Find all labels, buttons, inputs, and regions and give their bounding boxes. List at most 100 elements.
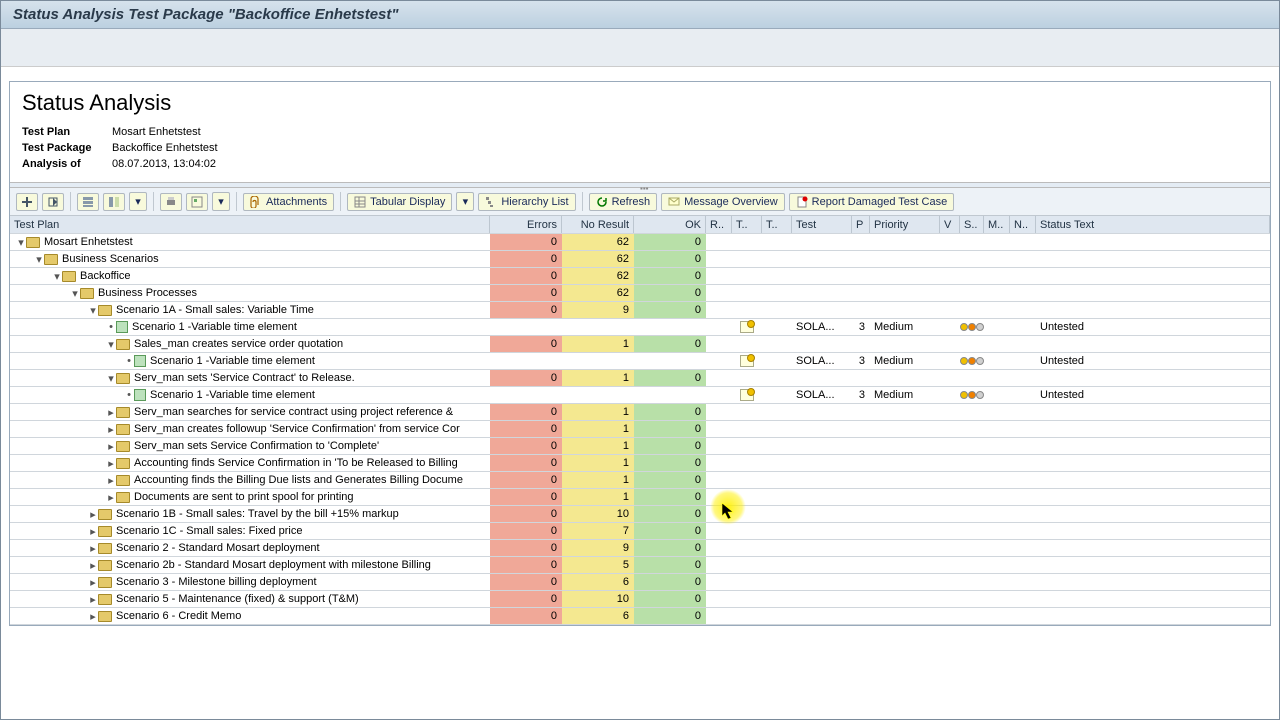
- col-no-result[interactable]: No Result: [562, 216, 634, 233]
- expand-closed-icon[interactable]: ▸: [106, 474, 116, 487]
- table-row[interactable]: ▸Documents are sent to print spool for p…: [10, 489, 1270, 506]
- expand-open-icon[interactable]: ▾: [70, 287, 80, 300]
- table-row[interactable]: •Scenario 1 -Variable time elementSOLA..…: [10, 319, 1270, 336]
- col-n[interactable]: N..: [1010, 216, 1036, 233]
- tree-cell[interactable]: •Scenario 1 -Variable time element: [10, 387, 490, 403]
- t1-cell[interactable]: [732, 387, 762, 403]
- col-test-plan[interactable]: Test Plan: [10, 216, 490, 233]
- hierarchy-list-button[interactable]: Hierarchy List: [478, 193, 575, 211]
- table-row[interactable]: ▸Serv_man sets Service Confirmation to '…: [10, 438, 1270, 455]
- report-damaged-button[interactable]: Report Damaged Test Case: [789, 193, 955, 211]
- col-priority[interactable]: Priority: [870, 216, 940, 233]
- select-columns-button[interactable]: [103, 193, 125, 211]
- tree-cell[interactable]: ▸Serv_man creates followup 'Service Conf…: [10, 421, 490, 437]
- col-m[interactable]: M..: [984, 216, 1010, 233]
- expand-closed-icon[interactable]: ▸: [106, 440, 116, 453]
- expand-closed-icon[interactable]: ▸: [106, 457, 116, 470]
- col-r[interactable]: R..: [706, 216, 732, 233]
- tree-cell[interactable]: •Scenario 1 -Variable time element: [10, 353, 490, 369]
- tree-cell[interactable]: ▸Scenario 1B - Small sales: Travel by th…: [10, 506, 490, 522]
- expand-closed-icon[interactable]: ▸: [106, 491, 116, 504]
- export-button[interactable]: [186, 193, 208, 211]
- table-row[interactable]: ▸Scenario 2 - Standard Mosart deployment…: [10, 540, 1270, 557]
- table-row[interactable]: ▾Sales_man creates service order quotati…: [10, 336, 1270, 353]
- table-row[interactable]: ▸Accounting finds the Billing Due lists …: [10, 472, 1270, 489]
- col-test[interactable]: Test: [792, 216, 852, 233]
- col-t1[interactable]: T..: [732, 216, 762, 233]
- layout-button[interactable]: [77, 193, 99, 211]
- table-row[interactable]: ▾Business Processes0620: [10, 285, 1270, 302]
- tree-cell[interactable]: ▸Scenario 2b - Standard Mosart deploymen…: [10, 557, 490, 573]
- splitter[interactable]: ▪▪▪: [10, 182, 1270, 188]
- tree-cell[interactable]: ▾Serv_man sets 'Service Contract' to Rel…: [10, 370, 490, 386]
- print-button[interactable]: [160, 193, 182, 211]
- expand-node-button[interactable]: [16, 193, 38, 211]
- col-s[interactable]: S..: [960, 216, 984, 233]
- expand-closed-icon[interactable]: ▸: [88, 559, 98, 572]
- table-row[interactable]: •Scenario 1 -Variable time elementSOLA..…: [10, 353, 1270, 370]
- tree-cell[interactable]: ▸Scenario 5 - Maintenance (fixed) & supp…: [10, 591, 490, 607]
- tree-cell[interactable]: ▾Business Processes: [10, 285, 490, 301]
- tree-cell[interactable]: ▸Documents are sent to print spool for p…: [10, 489, 490, 505]
- tree-cell[interactable]: ▸Scenario 1C - Small sales: Fixed price: [10, 523, 490, 539]
- tree-cell[interactable]: ▾Business Scenarios: [10, 251, 490, 267]
- tree-cell[interactable]: ▾Scenario 1A - Small sales: Variable Tim…: [10, 302, 490, 318]
- collapse-node-button[interactable]: [42, 193, 64, 211]
- expand-open-icon[interactable]: ▾: [106, 372, 116, 385]
- col-p[interactable]: P: [852, 216, 870, 233]
- expand-closed-icon[interactable]: ▸: [88, 525, 98, 538]
- t1-cell[interactable]: [732, 319, 762, 335]
- tree-cell[interactable]: ▸Accounting finds the Billing Due lists …: [10, 472, 490, 488]
- table-row[interactable]: ▸Scenario 6 - Credit Memo060: [10, 608, 1270, 625]
- col-ok[interactable]: OK: [634, 216, 706, 233]
- expand-open-icon[interactable]: ▾: [88, 304, 98, 317]
- expand-closed-icon[interactable]: ▸: [88, 593, 98, 606]
- tree-cell[interactable]: ▾Sales_man creates service order quotati…: [10, 336, 490, 352]
- dropdown-1-button[interactable]: ▾: [129, 192, 147, 211]
- table-row[interactable]: ▸Scenario 5 - Maintenance (fixed) & supp…: [10, 591, 1270, 608]
- table-row[interactable]: ▾Mosart Enhetstest0620: [10, 234, 1270, 251]
- doc-action-icon[interactable]: [740, 355, 754, 367]
- tree-cell[interactable]: ▸Scenario 3 - Milestone billing deployme…: [10, 574, 490, 590]
- table-row[interactable]: ▸Scenario 1C - Small sales: Fixed price0…: [10, 523, 1270, 540]
- tree-cell[interactable]: ▾Backoffice: [10, 268, 490, 284]
- expand-closed-icon[interactable]: ▸: [106, 423, 116, 436]
- expand-open-icon[interactable]: ▾: [34, 253, 44, 266]
- table-row[interactable]: •Scenario 1 -Variable time elementSOLA..…: [10, 387, 1270, 404]
- dropdown-3-button[interactable]: ▾: [456, 192, 474, 211]
- table-row[interactable]: ▾Business Scenarios0620: [10, 251, 1270, 268]
- tree-cell[interactable]: ▾Mosart Enhetstest: [10, 234, 490, 250]
- table-row[interactable]: ▸Serv_man searches for service contract …: [10, 404, 1270, 421]
- t1-cell[interactable]: [732, 353, 762, 369]
- tree-cell[interactable]: •Scenario 1 -Variable time element: [10, 319, 490, 335]
- expand-closed-icon[interactable]: ▸: [88, 542, 98, 555]
- table-row[interactable]: ▾Backoffice0620: [10, 268, 1270, 285]
- col-status-text[interactable]: Status Text: [1036, 216, 1270, 233]
- tree-cell[interactable]: ▸Serv_man searches for service contract …: [10, 404, 490, 420]
- doc-action-icon[interactable]: [740, 389, 754, 401]
- expand-open-icon[interactable]: ▾: [16, 236, 26, 249]
- expand-open-icon[interactable]: ▾: [52, 270, 62, 283]
- tree-cell[interactable]: ▸Scenario 6 - Credit Memo: [10, 608, 490, 624]
- tree-cell[interactable]: ▸Serv_man sets Service Confirmation to '…: [10, 438, 490, 454]
- dropdown-2-button[interactable]: ▾: [212, 192, 230, 211]
- expand-closed-icon[interactable]: ▸: [88, 576, 98, 589]
- table-row[interactable]: ▾Scenario 1A - Small sales: Variable Tim…: [10, 302, 1270, 319]
- col-v[interactable]: V: [940, 216, 960, 233]
- col-t2[interactable]: T..: [762, 216, 792, 233]
- table-row[interactable]: ▸Serv_man creates followup 'Service Conf…: [10, 421, 1270, 438]
- expand-closed-icon[interactable]: ▸: [88, 508, 98, 521]
- table-row[interactable]: ▸Accounting finds Service Confirmation i…: [10, 455, 1270, 472]
- table-row[interactable]: ▸Scenario 2b - Standard Mosart deploymen…: [10, 557, 1270, 574]
- tree-cell[interactable]: ▸Accounting finds Service Confirmation i…: [10, 455, 490, 471]
- col-errors[interactable]: Errors: [490, 216, 562, 233]
- tabular-display-button[interactable]: Tabular Display: [347, 193, 452, 211]
- tree-cell[interactable]: ▸Scenario 2 - Standard Mosart deployment: [10, 540, 490, 556]
- table-row[interactable]: ▸Scenario 3 - Milestone billing deployme…: [10, 574, 1270, 591]
- expand-open-icon[interactable]: ▾: [106, 338, 116, 351]
- table-row[interactable]: ▾Serv_man sets 'Service Contract' to Rel…: [10, 370, 1270, 387]
- doc-action-icon[interactable]: [740, 321, 754, 333]
- message-overview-button[interactable]: Message Overview: [661, 193, 785, 211]
- table-row[interactable]: ▸Scenario 1B - Small sales: Travel by th…: [10, 506, 1270, 523]
- expand-closed-icon[interactable]: ▸: [106, 406, 116, 419]
